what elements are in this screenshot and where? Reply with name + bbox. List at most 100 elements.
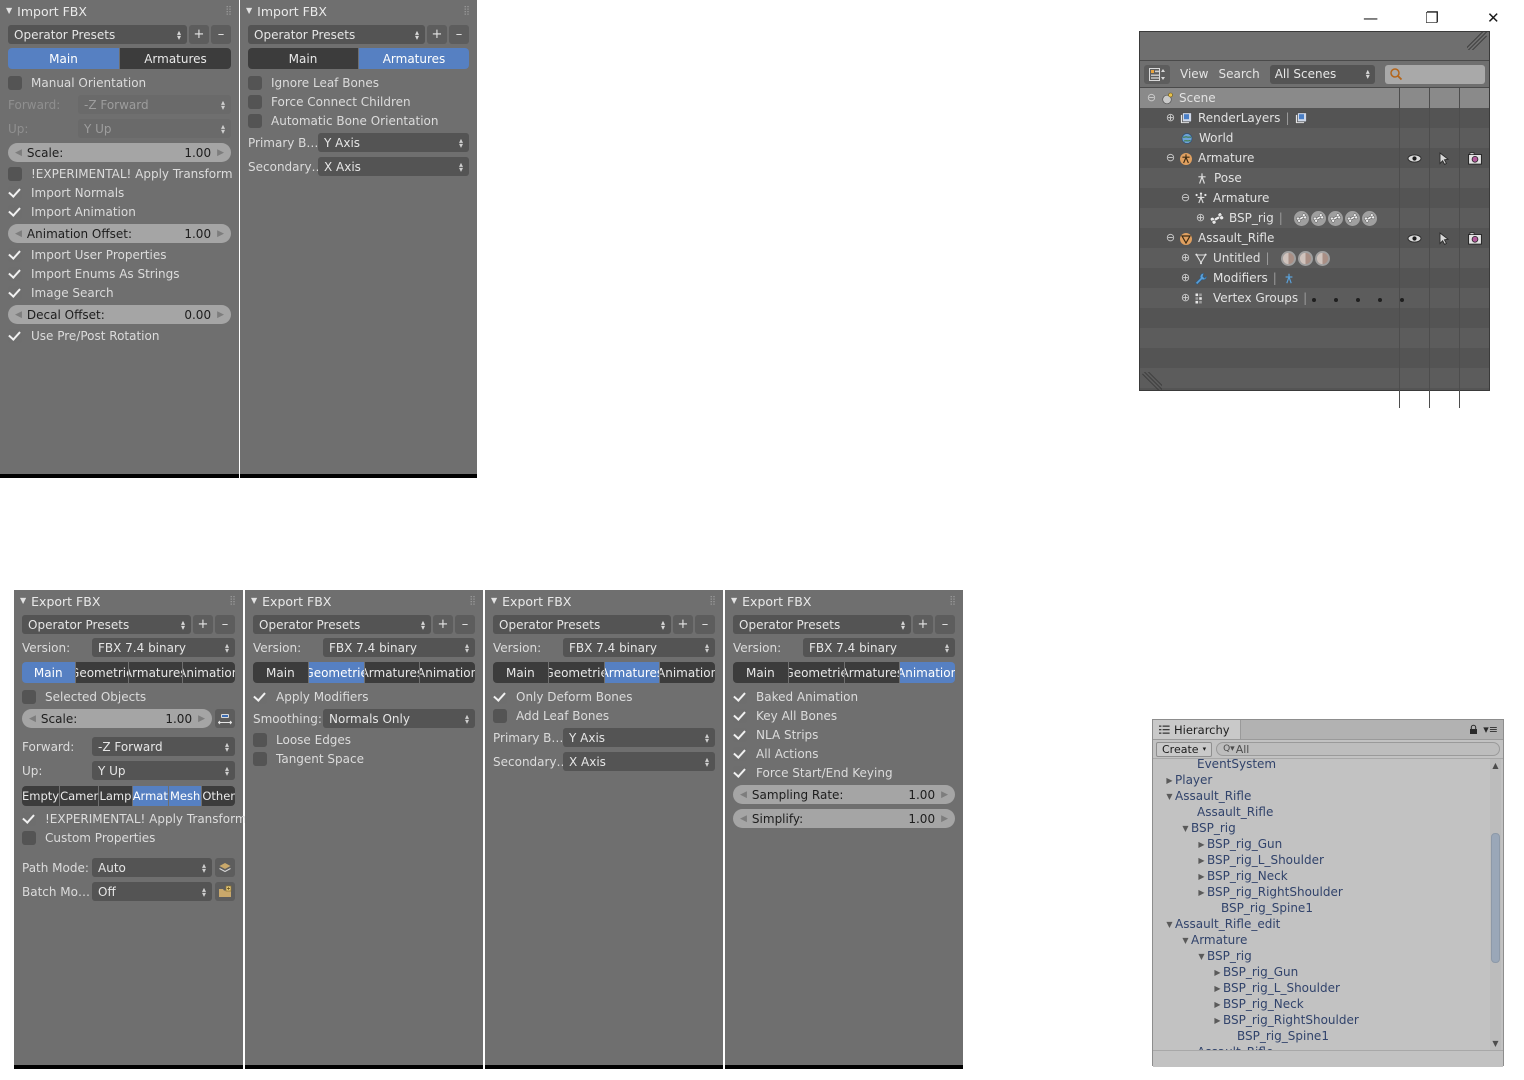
- chevron-right-icon[interactable]: ▶: [217, 310, 224, 320]
- secondary-bone-axis-dropdown[interactable]: Secondary… X Axis ▴ ▾: [248, 157, 469, 176]
- panel-header[interactable]: ▼ Import FBX ⣿: [0, 0, 239, 22]
- add-preset-button[interactable]: +: [193, 615, 213, 634]
- list-item[interactable]: ▶ BSP_rig_Neck: [1153, 868, 1503, 884]
- tab-armatures[interactable]: Armatures: [844, 662, 901, 683]
- up-axis-dropdown[interactable]: Up: Y Up ▴ ▾: [22, 761, 235, 780]
- chevron-left-icon[interactable]: ◀: [15, 310, 22, 320]
- operator-presets-dropdown[interactable]: Operator Presets ▴ ▾: [22, 615, 191, 634]
- scale-slider[interactable]: ◀ Scale: 1.00 ▶: [8, 143, 231, 162]
- tab-animation[interactable]: Animation: [420, 662, 475, 683]
- tab-main[interactable]: Main: [493, 662, 549, 683]
- animation-offset-slider[interactable]: ◀ Animation Offset: 1.00 ▶: [8, 224, 231, 243]
- outliner-row-pose[interactable]: Pose: [1140, 168, 1489, 188]
- list-item[interactable]: EventSystem: [1153, 759, 1503, 772]
- collapse-minus-icon[interactable]: ⊖: [1165, 152, 1176, 164]
- outliner-row-assault-rifle[interactable]: ⊖ Assault_Rifle: [1140, 228, 1489, 248]
- object-type-armature[interactable]: Armat: [132, 786, 169, 806]
- collapse-triangle-icon[interactable]: ▼: [251, 597, 257, 605]
- path-mode-dropdown[interactable]: Auto ▴ ▾: [92, 858, 212, 877]
- drag-grip-icon[interactable]: ⣿: [709, 596, 717, 606]
- material-chip-icon[interactable]: [1280, 250, 1296, 266]
- chevron-left-icon[interactable]: ◀: [740, 790, 747, 800]
- object-type-other[interactable]: Other: [202, 786, 235, 806]
- apply-modifiers-checkbox[interactable]: Apply Modifiers: [253, 690, 475, 704]
- baked-animation-checkbox[interactable]: Baked Animation: [733, 690, 955, 704]
- chevron-right-icon[interactable]: ▶: [1212, 1016, 1223, 1025]
- selected-objects-checkbox[interactable]: Selected Objects: [22, 690, 235, 704]
- ignore-leaf-bones-checkbox[interactable]: Ignore Leaf Bones: [248, 76, 469, 90]
- list-item[interactable]: Assault_Rifle: [1153, 1044, 1503, 1050]
- selectability-cursor-icon[interactable]: [1429, 228, 1459, 248]
- up-axis-dropdown[interactable]: Up: Y Up ▴ ▾: [8, 119, 231, 138]
- operator-presets-dropdown[interactable]: Operator Presets ▴ ▾: [733, 615, 911, 634]
- object-type-empty[interactable]: Empty: [22, 786, 61, 806]
- chevron-right-icon[interactable]: ▶: [1212, 968, 1223, 977]
- sampling-rate-slider[interactable]: ◀ Sampling Rate: 1.00 ▶: [733, 785, 955, 804]
- scale-slider[interactable]: ◀ Scale: 1.00 ▶: [22, 709, 212, 728]
- panel-header[interactable]: ▼ Export FBX ⣿: [485, 590, 723, 612]
- batch-own-dir-folder-icon[interactable]: [215, 882, 235, 901]
- object-type-lamp[interactable]: Lamp: [99, 786, 133, 806]
- chevron-right-icon[interactable]: ▶: [217, 148, 224, 158]
- outliner-row-modifiers[interactable]: ⊕ Modifiers |: [1140, 268, 1489, 288]
- remove-preset-button[interactable]: –: [215, 615, 235, 634]
- apply-transform-checkbox[interactable]: !EXPERIMENTAL! Apply Transform: [22, 812, 247, 826]
- operator-presets-dropdown[interactable]: Operator Presets ▴ ▾: [493, 615, 671, 634]
- visibility-eye-icon[interactable]: [1399, 148, 1429, 168]
- material-chip-icon[interactable]: [1297, 250, 1313, 266]
- drag-grip-icon[interactable]: ⣿: [225, 6, 233, 16]
- list-item[interactable]: ▼ Armature: [1153, 932, 1503, 948]
- list-item[interactable]: Assault_Rifle: [1153, 804, 1503, 820]
- chevron-right-icon[interactable]: ▶: [1164, 776, 1175, 785]
- list-item[interactable]: ▶ BSP_rig_Gun: [1153, 964, 1503, 980]
- chevron-down-icon[interactable]: ▼: [1180, 824, 1191, 833]
- chevron-right-icon[interactable]: ▶: [1196, 856, 1207, 865]
- selectability-cursor-icon[interactable]: [1429, 148, 1459, 168]
- list-item[interactable]: ▶ BSP_rig_Gun: [1153, 836, 1503, 852]
- bone-chip-icon[interactable]: [1310, 210, 1326, 226]
- chevron-left-icon[interactable]: ◀: [29, 714, 36, 724]
- outliner-row-scene[interactable]: ⊖ Scene: [1140, 88, 1489, 108]
- tangent-space-checkbox[interactable]: Tangent Space: [253, 752, 475, 766]
- renderability-camera-icon[interactable]: [1459, 228, 1489, 248]
- operator-presets-dropdown[interactable]: Operator Presets ▴ ▾: [253, 615, 431, 634]
- operator-presets-dropdown[interactable]: Operator Presets ▴ ▾: [8, 25, 187, 44]
- outliner-row-world[interactable]: World: [1140, 128, 1489, 148]
- list-item[interactable]: ▶ BSP_rig_L_Shoulder: [1153, 980, 1503, 996]
- batch-mode-dropdown[interactable]: Off ▴ ▾: [92, 882, 212, 901]
- list-item[interactable]: ▶ BSP_rig_RightShoulder: [1153, 1012, 1503, 1028]
- simplify-slider[interactable]: ◀ Simplify: 1.00 ▶: [733, 809, 955, 828]
- bone-chip-icon[interactable]: [1344, 210, 1360, 226]
- collapse-triangle-icon[interactable]: ▼: [6, 7, 12, 15]
- tab-animation[interactable]: Animation: [900, 662, 955, 683]
- tab-armatures[interactable]: Armatures: [604, 662, 661, 683]
- import-normals-checkbox[interactable]: Import Normals: [8, 186, 231, 200]
- drag-grip-icon[interactable]: ⣿: [229, 596, 237, 606]
- chevron-right-icon[interactable]: ▶: [941, 790, 948, 800]
- list-item[interactable]: ▶ BSP_rig_Neck: [1153, 996, 1503, 1012]
- list-item[interactable]: ▶ BSP_rig_RightShoulder: [1153, 884, 1503, 900]
- remove-preset-button[interactable]: –: [695, 615, 715, 634]
- remove-preset-button[interactable]: –: [935, 615, 955, 634]
- expand-plus-icon[interactable]: ⊕: [1180, 292, 1191, 304]
- panel-header[interactable]: ▼ Export FBX ⣿: [245, 590, 483, 612]
- force-connect-children-checkbox[interactable]: Force Connect Children: [248, 95, 469, 109]
- import-animation-checkbox[interactable]: Import Animation: [8, 205, 231, 219]
- manual-orientation-checkbox[interactable]: Manual Orientation: [8, 76, 231, 90]
- add-preset-button[interactable]: +: [673, 615, 693, 634]
- smoothing-dropdown[interactable]: Smoothing: Normals Only ▴ ▾: [253, 709, 475, 728]
- chevron-down-icon[interactable]: ▼: [1180, 936, 1191, 945]
- force-start-end-keying-checkbox[interactable]: Force Start/End Keying: [733, 766, 955, 780]
- use-prepost-rotation-checkbox[interactable]: Use Pre/Post Rotation: [8, 329, 231, 343]
- list-item[interactable]: ▶ Player: [1153, 772, 1503, 788]
- collapse-minus-icon[interactable]: ⊖: [1165, 232, 1176, 244]
- chevron-left-icon[interactable]: ◀: [15, 229, 22, 239]
- tab-main[interactable]: Main: [733, 662, 789, 683]
- outliner-row-untitled[interactable]: ⊕ Untitled |: [1140, 248, 1489, 268]
- create-button[interactable]: Create ▾: [1156, 741, 1213, 757]
- apply-transform-checkbox[interactable]: !EXPERIMENTAL! Apply Transform: [8, 167, 233, 181]
- scroll-up-arrow-icon[interactable]: ▲: [1490, 759, 1501, 772]
- import-user-properties-checkbox[interactable]: Import User Properties: [8, 248, 231, 262]
- version-dropdown[interactable]: Version: FBX 7.4 binary ▴ ▾: [733, 638, 955, 657]
- add-preset-button[interactable]: +: [189, 25, 209, 44]
